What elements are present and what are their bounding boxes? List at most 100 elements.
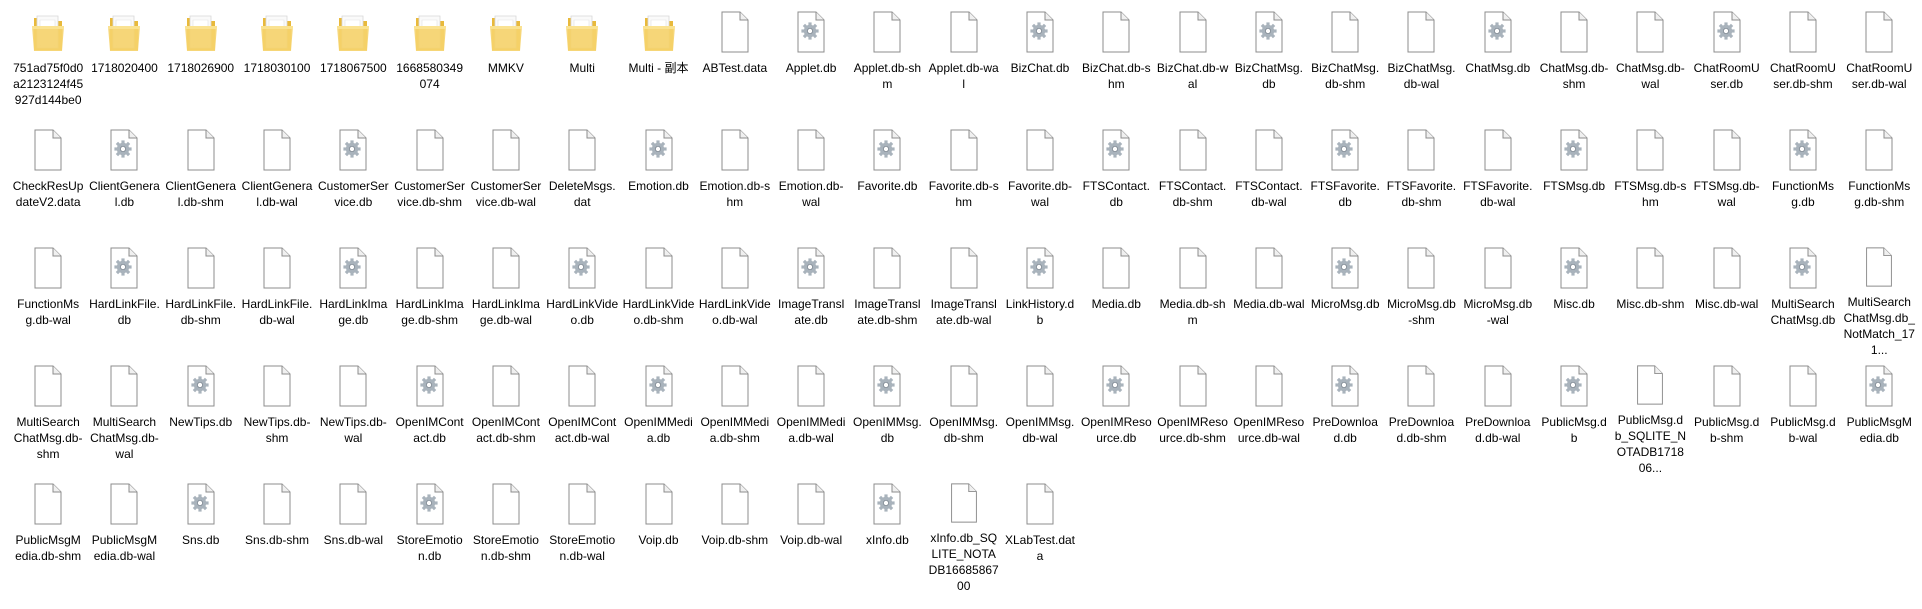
folder-item[interactable]: Multi [544,4,620,122]
file-item[interactable]: CheckResUpdateV2.data [10,122,86,240]
file-item[interactable]: Voip.db-shm [697,476,773,594]
file-item[interactable]: ChatRoomUser.db-shm [1765,4,1841,122]
file-item[interactable]: Misc.db [1536,240,1612,358]
folder-item[interactable]: 1718067500 [315,4,391,122]
file-item[interactable]: FTSMsg.db [1536,122,1612,240]
file-item[interactable]: FTSContact.db-wal [1231,122,1307,240]
file-item[interactable]: DeleteMsgs.dat [544,122,620,240]
file-item[interactable]: OpenIMResource.db [1078,358,1154,476]
file-item[interactable]: Sns.db [163,476,239,594]
file-item[interactable]: OpenIMMedia.db-shm [697,358,773,476]
file-item[interactable]: OpenIMMsg.db-shm [926,358,1002,476]
file-item[interactable]: OpenIMMsg.db-wal [1002,358,1078,476]
file-item[interactable]: OpenIMContact.db-wal [544,358,620,476]
folder-item[interactable]: 1668580349074 [391,4,467,122]
file-item[interactable]: MicroMsg.db-wal [1460,240,1536,358]
file-item[interactable]: OpenIMContact.db-shm [468,358,544,476]
file-item[interactable]: Sns.db-shm [239,476,315,594]
file-item[interactable]: HardLinkVideo.db-wal [697,240,773,358]
file-item[interactable]: MicroMsg.db-shm [1383,240,1459,358]
file-item[interactable]: Emotion.db-shm [697,122,773,240]
file-item[interactable]: ChatMsg.db-wal [1612,4,1688,122]
file-item[interactable]: ABTest.data [697,4,773,122]
folder-item[interactable]: 1718020400 [86,4,162,122]
file-item[interactable]: MultiSearchChatMsg.db-shm [10,358,86,476]
file-item[interactable]: MultiSearchChatMsg.db-wal [86,358,162,476]
folder-item[interactable]: 751ad75f0d0a2123124f45927d144be0 [10,4,86,122]
file-item[interactable]: BizChatMsg.db-wal [1383,4,1459,122]
file-item[interactable]: PreDownload.db [1307,358,1383,476]
file-item[interactable]: ClientGeneral.db-wal [239,122,315,240]
file-item[interactable]: ImageTranslate.db-wal [926,240,1002,358]
file-item[interactable]: PublicMsg.db-shm [1689,358,1765,476]
file-item[interactable]: HardLinkImage.db [315,240,391,358]
file-item[interactable]: PublicMsg.db [1536,358,1612,476]
file-item[interactable]: Emotion.db-wal [773,122,849,240]
file-item[interactable]: StoreEmotion.db-wal [544,476,620,594]
file-item[interactable]: Media.db [1078,240,1154,358]
file-item[interactable]: FTSMsg.db-shm [1612,122,1688,240]
file-item[interactable]: Sns.db-wal [315,476,391,594]
file-item[interactable]: OpenIMResource.db-shm [1154,358,1230,476]
file-item[interactable]: PublicMsg.db-wal [1765,358,1841,476]
file-item[interactable]: Favorite.db-wal [1002,122,1078,240]
file-item[interactable]: xInfo.db [849,476,925,594]
file-item[interactable]: HardLinkImage.db-shm [391,240,467,358]
file-item[interactable]: XLabTest.data [1002,476,1078,594]
file-item[interactable]: Emotion.db [620,122,696,240]
file-item[interactable]: Voip.db [620,476,696,594]
file-item[interactable]: FTSFavorite.db-shm [1383,122,1459,240]
file-item[interactable]: HardLinkFile.db-shm [163,240,239,358]
file-item[interactable]: FTSMsg.db-wal [1689,122,1765,240]
file-item[interactable]: HardLinkVideo.db [544,240,620,358]
file-item[interactable]: HardLinkVideo.db-shm [620,240,696,358]
folder-item[interactable]: 1718030100 [239,4,315,122]
file-item[interactable]: OpenIMResource.db-wal [1231,358,1307,476]
file-item[interactable]: Misc.db-wal [1689,240,1765,358]
file-item[interactable]: Media.db-wal [1231,240,1307,358]
file-item[interactable]: HardLinkFile.db-wal [239,240,315,358]
file-item[interactable]: xInfo.db_SQLITE_NOTADB1668586700 [926,476,1002,594]
file-item[interactable]: HardLinkImage.db-wal [468,240,544,358]
file-item[interactable]: NewTips.db-wal [315,358,391,476]
file-item[interactable]: ClientGeneral.db [86,122,162,240]
file-item[interactable]: Applet.db-shm [849,4,925,122]
file-item[interactable]: BizChat.db [1002,4,1078,122]
file-item[interactable]: CustomerService.db-wal [468,122,544,240]
file-item[interactable]: FunctionMsg.db [1765,122,1841,240]
file-item[interactable]: PublicMsg.db_SQLITE_NOTADB171806... [1612,358,1688,476]
file-item[interactable]: PublicMsgMedia.db [1841,358,1917,476]
file-item[interactable]: OpenIMMedia.db [620,358,696,476]
file-item[interactable]: NewTips.db [163,358,239,476]
file-item[interactable]: FunctionMsg.db-shm [1841,122,1917,240]
file-item[interactable]: MultiSearchChatMsg.db [1765,240,1841,358]
file-item[interactable]: FTSContact.db-shm [1154,122,1230,240]
file-item[interactable]: PreDownload.db-wal [1460,358,1536,476]
file-item[interactable]: StoreEmotion.db-shm [468,476,544,594]
file-item[interactable]: ChatRoomUser.db [1689,4,1765,122]
file-item[interactable]: ChatMsg.db-shm [1536,4,1612,122]
file-item[interactable]: PublicMsgMedia.db-shm [10,476,86,594]
folder-item[interactable]: MMKV [468,4,544,122]
folder-item[interactable]: 1718026900 [163,4,239,122]
file-item[interactable]: PreDownload.db-shm [1383,358,1459,476]
file-item[interactable]: BizChatMsg.db-shm [1307,4,1383,122]
file-item[interactable]: Misc.db-shm [1612,240,1688,358]
file-item[interactable]: Voip.db-wal [773,476,849,594]
file-item[interactable]: Applet.db-wal [926,4,1002,122]
file-item[interactable]: OpenIMContact.db [391,358,467,476]
file-item[interactable]: BizChatMsg.db [1231,4,1307,122]
file-item[interactable]: FunctionMsg.db-wal [10,240,86,358]
file-item[interactable]: CustomerService.db-shm [391,122,467,240]
file-item[interactable]: ChatRoomUser.db-wal [1841,4,1917,122]
file-item[interactable]: ImageTranslate.db [773,240,849,358]
file-item[interactable]: FTSFavorite.db [1307,122,1383,240]
folder-item[interactable]: Multi - 副本 [620,4,696,122]
file-item[interactable]: FTSContact.db [1078,122,1154,240]
file-item[interactable]: BizChat.db-wal [1154,4,1230,122]
file-item[interactable]: StoreEmotion.db [391,476,467,594]
file-item[interactable]: ClientGeneral.db-shm [163,122,239,240]
file-item[interactable]: PublicMsgMedia.db-wal [86,476,162,594]
file-item[interactable]: ImageTranslate.db-shm [849,240,925,358]
file-item[interactable]: Favorite.db-shm [926,122,1002,240]
